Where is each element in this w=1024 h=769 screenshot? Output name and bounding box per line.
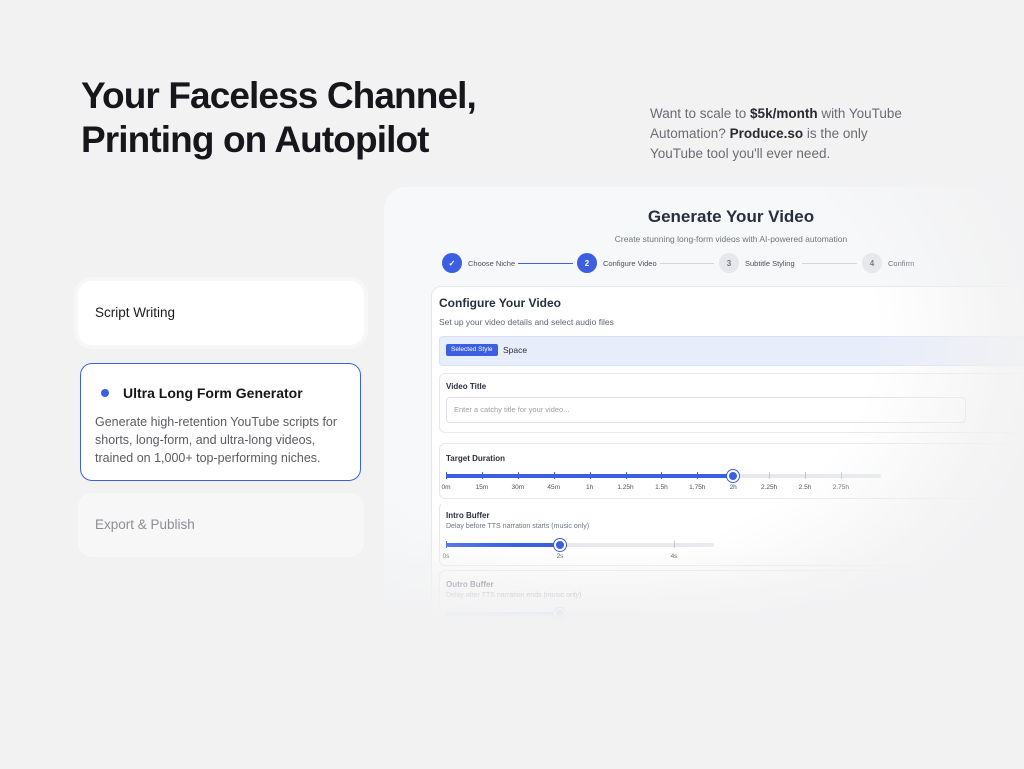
intro-buffer-section: Intro Buffer Delay before TTS narration … xyxy=(439,502,1024,566)
slider-tick xyxy=(805,472,806,479)
step-label: Choose Niche xyxy=(468,258,516,268)
slider-tick-label: 2.25h xyxy=(760,484,778,491)
video-title-input[interactable]: Enter a catchy title for your video... xyxy=(446,397,966,423)
target-duration-label: Target Duration xyxy=(446,454,505,463)
slider-tick-label: 4s xyxy=(670,553,678,560)
feature-card-label: Ultra Long Form Generator xyxy=(123,385,303,401)
slider-thumb[interactable] xyxy=(727,470,740,482)
slider-tick xyxy=(446,472,447,479)
slider-tick xyxy=(553,472,555,479)
selected-style-badge: Selected Style xyxy=(446,344,498,356)
active-dot-icon xyxy=(101,389,109,397)
step-connector xyxy=(660,263,714,264)
slider-tick xyxy=(517,472,519,479)
panel-title: Configure Your Video xyxy=(439,296,562,310)
slider-thumb[interactable] xyxy=(554,608,566,620)
outro-buffer-section: Outro Buffer Delay after TTS narration e… xyxy=(439,570,1024,637)
step-configure-video[interactable]: 2 Configure Video xyxy=(577,253,657,273)
slider-tick xyxy=(661,472,663,479)
outro-buffer-help: Delay after TTS narration ends (music on… xyxy=(446,592,582,599)
feature-card-export-publish[interactable]: Export & Publish xyxy=(78,493,364,557)
feature-card-script-writing[interactable]: Script Writing xyxy=(78,281,364,345)
slider-tick-label: 45m xyxy=(547,484,561,491)
slider-fill xyxy=(446,543,560,547)
hero-title-line1: Your Faceless Channel, xyxy=(81,75,477,116)
video-title-section: Video Title Enter a catchy title for you… xyxy=(439,373,1024,433)
slider-tick-label: 2s xyxy=(556,553,564,560)
step-connector xyxy=(518,263,573,264)
step-label: Confirm xyxy=(888,258,915,268)
step-label: Configure Video xyxy=(603,258,657,268)
step-number: 3 xyxy=(719,253,739,273)
intro-buffer-slider[interactable]: 0s 2s 4s xyxy=(442,539,906,564)
slider-tick-label: 2.5h xyxy=(798,484,812,491)
generator-subtitle: Create stunning long-form videos with AI… xyxy=(614,234,848,244)
slider-tick-label: 1h xyxy=(585,484,594,491)
slider-tick xyxy=(674,541,675,548)
slider-tick xyxy=(697,472,699,479)
slider-tick-label: 0m xyxy=(441,484,451,491)
step-number: 4 xyxy=(862,253,882,273)
slider-tick xyxy=(625,472,627,479)
intro-buffer-label: Intro Buffer xyxy=(446,511,490,520)
feature-card-label: Export & Publish xyxy=(95,517,195,532)
check-icon: ✓ xyxy=(442,253,462,273)
selected-style-value: Space xyxy=(503,345,528,355)
slider-tick xyxy=(481,472,483,479)
outro-buffer-slider[interactable]: 2s xyxy=(446,608,906,633)
app-screenshot: Generate Your Video Create stunning long… xyxy=(384,187,1024,637)
outro-buffer-label: Outro Buffer xyxy=(446,580,494,589)
hero-desc-text: Want to scale to xyxy=(650,106,751,121)
slider-tick-label: 1.25h xyxy=(617,484,634,491)
step-subtitle-styling[interactable]: 3 Subtitle Styling xyxy=(719,253,795,273)
slider-tick-label: 30m xyxy=(511,484,525,491)
hero-description: Want to scale to $5k/month with YouTube … xyxy=(650,104,910,164)
video-title-label: Video Title xyxy=(446,382,487,391)
target-duration-slider[interactable]: 0m 15m 30m 45m 1h 1.25h 1.5h 1.75h 2h 2.25h 2.5h 2.… xyxy=(441,470,886,497)
slider-tick-label: 2h xyxy=(729,484,737,491)
feature-card-ultra-long-form[interactable]: Ultra Long Form Generator Generate high-… xyxy=(80,363,361,481)
slider-tick-label: 2.75h xyxy=(832,484,850,491)
feature-card-description: Generate high-retention YouTube scripts … xyxy=(95,415,338,465)
slider-tick xyxy=(446,541,447,548)
slider-tick-label: 0s xyxy=(442,553,450,560)
step-label: Subtitle Styling xyxy=(745,258,795,268)
step-choose-niche[interactable]: ✓ Choose Niche xyxy=(442,253,515,273)
slider-tick xyxy=(840,472,842,479)
slider-tick xyxy=(589,472,591,479)
slider-tick-label: 2s xyxy=(556,622,564,629)
target-duration-section: Target Duration 0m 15m 30m 45m 1h 1.25h 1.5h 1.… xyxy=(439,443,1024,499)
feature-card-label: Script Writing xyxy=(95,305,176,320)
slider-tick-label: 15m xyxy=(475,484,489,491)
slider-thumb[interactable] xyxy=(554,539,566,551)
configure-panel: Configure Your Video Set up your video d… xyxy=(431,286,1024,637)
slider-tick-label: 1.75h xyxy=(689,484,706,491)
slider-tick xyxy=(769,472,771,479)
slider-track[interactable] xyxy=(446,612,716,616)
generator-title: Generate Your Video xyxy=(647,207,815,226)
panel-subtitle: Set up your video details and select aud… xyxy=(439,317,614,327)
selected-style-bar: Selected Style Space xyxy=(439,336,1024,366)
step-connector xyxy=(802,263,857,264)
intro-buffer-help: Delay before TTS narration starts (music… xyxy=(446,523,590,530)
hero-title: Your Faceless Channel, Printing on Autop… xyxy=(81,74,477,162)
step-number: 2 xyxy=(577,253,597,273)
slider-track[interactable] xyxy=(446,474,881,478)
step-confirm[interactable]: 4 Confirm xyxy=(862,253,914,273)
hero-desc-highlight-brand: Produce.so xyxy=(729,126,804,141)
slider-fill xyxy=(446,612,560,616)
slider-tick-label: 1.5h xyxy=(655,484,668,491)
hero-title-line2: Printing on Autopilot xyxy=(81,119,429,160)
hero-desc-highlight-revenue: $5k/month xyxy=(750,106,818,121)
